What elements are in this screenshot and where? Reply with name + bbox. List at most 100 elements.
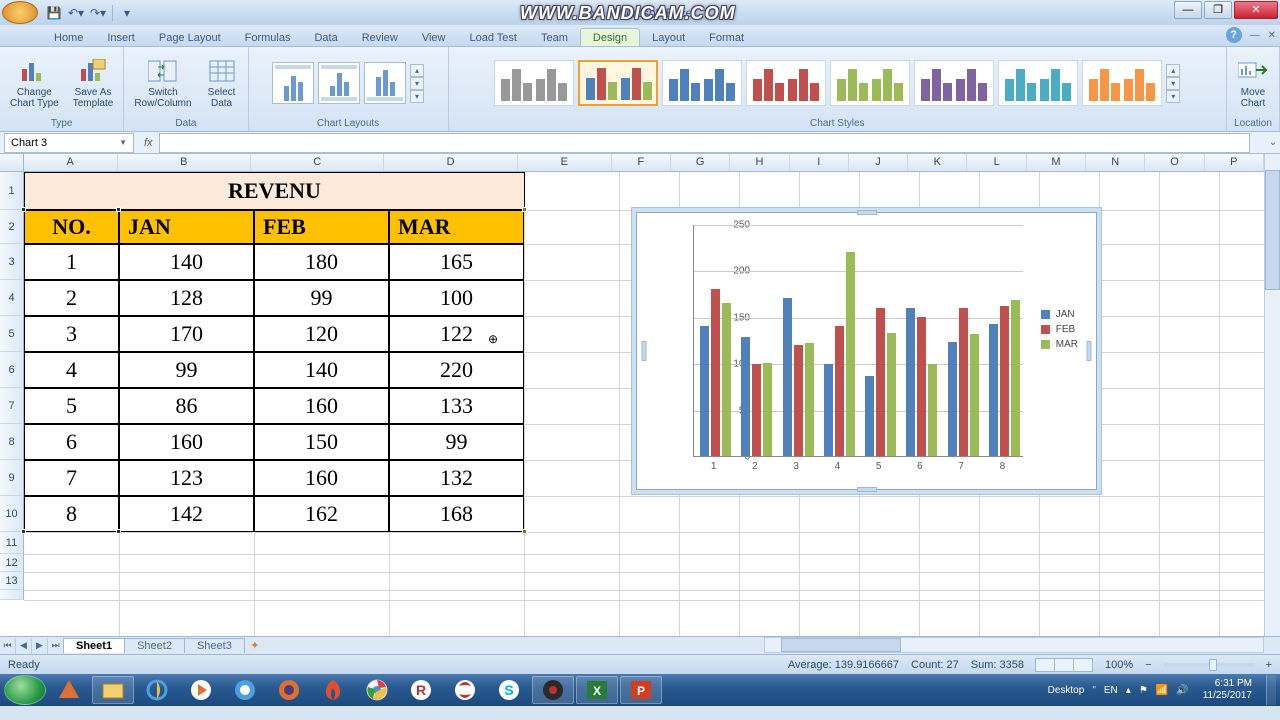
- save-icon[interactable]: 💾: [46, 5, 62, 21]
- tray-volume-icon[interactable]: 🔊: [1176, 685, 1188, 696]
- column-header[interactable]: H: [730, 154, 789, 171]
- sheet-tab[interactable]: Sheet1: [63, 638, 125, 653]
- new-sheet-button[interactable]: ✦: [245, 639, 265, 652]
- view-normal-icon[interactable]: [1035, 658, 1055, 672]
- chart-style-option[interactable]: [998, 60, 1078, 106]
- table-cell[interactable]: 100: [389, 280, 524, 316]
- show-desktop-button[interactable]: [1266, 675, 1276, 705]
- taskbar-app[interactable]: [268, 676, 310, 704]
- zoom-slider[interactable]: [1164, 663, 1254, 667]
- table-cell[interactable]: 220: [389, 352, 524, 388]
- ribbon-close-icon[interactable]: ✕: [1268, 30, 1276, 41]
- chart-resize-handle[interactable]: [857, 210, 877, 215]
- chart-bar[interactable]: [948, 342, 957, 456]
- chart-bar[interactable]: [906, 308, 915, 456]
- taskbar-app[interactable]: [224, 676, 266, 704]
- row-header[interactable]: 2: [0, 210, 23, 244]
- table-cell[interactable]: 86: [119, 388, 254, 424]
- table-cell[interactable]: 99: [389, 424, 524, 460]
- chart-bar[interactable]: [846, 252, 855, 456]
- tray-network-icon[interactable]: 📶: [1156, 685, 1168, 696]
- table-cell[interactable]: 140: [119, 244, 254, 280]
- chart-style-option[interactable]: [1082, 60, 1162, 106]
- chart-bar[interactable]: [1000, 306, 1009, 456]
- chart-style-option[interactable]: [830, 60, 910, 106]
- taskbar-app[interactable]: [444, 676, 486, 704]
- sheet-tab[interactable]: Sheet2: [124, 638, 185, 653]
- maximize-button[interactable]: ❐: [1204, 1, 1232, 19]
- column-header[interactable]: M: [1027, 154, 1086, 171]
- chart-layout-option[interactable]: [272, 62, 314, 104]
- chart-bar[interactable]: [805, 343, 814, 456]
- chart-bar[interactable]: [989, 324, 998, 456]
- table-cell[interactable]: 168: [389, 496, 524, 532]
- table-cell[interactable]: 8: [24, 496, 119, 532]
- name-box[interactable]: Chart 3 ▼: [4, 133, 134, 153]
- sheet-nav-prev-icon[interactable]: ◀: [16, 638, 32, 654]
- row-header[interactable]: 4: [0, 280, 23, 316]
- column-header[interactable]: C: [251, 154, 384, 171]
- legend-item[interactable]: JAN: [1041, 309, 1078, 320]
- fx-icon[interactable]: fx: [144, 137, 153, 149]
- column-header[interactable]: B: [118, 154, 251, 171]
- row-header[interactable]: 7: [0, 388, 23, 424]
- chart-bar[interactable]: [711, 289, 720, 456]
- save-as-template-button[interactable]: Save As Template: [69, 55, 118, 111]
- scrollbar-thumb[interactable]: [1265, 170, 1280, 290]
- chart-style-option[interactable]: [578, 60, 658, 106]
- taskbar-app[interactable]: [92, 676, 134, 704]
- table-cell[interactable]: 5: [24, 388, 119, 424]
- column-header[interactable]: F: [612, 154, 671, 171]
- sheet-nav-last-icon[interactable]: ⏭: [48, 638, 64, 654]
- chart-bar[interactable]: [783, 298, 792, 456]
- sheet-nav-first-icon[interactable]: ⏮: [0, 638, 16, 654]
- tab-home[interactable]: Home: [42, 29, 95, 46]
- sheet-tab[interactable]: Sheet3: [184, 638, 245, 653]
- taskbar-app[interactable]: [532, 676, 574, 704]
- language-indicator[interactable]: EN: [1104, 685, 1118, 696]
- clock[interactable]: 6:31 PM 11/25/2017: [1197, 678, 1258, 702]
- table-cell[interactable]: 1: [24, 244, 119, 280]
- column-header[interactable]: N: [1086, 154, 1145, 171]
- table-cell[interactable]: 2: [24, 280, 119, 316]
- table-cell[interactable]: 133: [389, 388, 524, 424]
- change-chart-type-button[interactable]: Change Chart Type: [6, 55, 63, 111]
- namebox-dropdown-icon[interactable]: ▼: [119, 138, 127, 147]
- chart-layout-option[interactable]: [318, 62, 360, 104]
- tab-design[interactable]: Design: [580, 28, 640, 46]
- chart-bar[interactable]: [970, 334, 979, 456]
- row-header[interactable]: 5: [0, 316, 23, 352]
- column-header[interactable]: K: [908, 154, 967, 171]
- column-header[interactable]: J: [849, 154, 908, 171]
- row-header[interactable]: 3: [0, 244, 23, 280]
- column-header[interactable]: A: [24, 154, 118, 171]
- table-cell[interactable]: 99: [254, 280, 389, 316]
- table-cell[interactable]: 132: [389, 460, 524, 496]
- table-cell[interactable]: 123: [119, 460, 254, 496]
- tab-view[interactable]: View: [410, 29, 458, 46]
- chart-layout-option[interactable]: [364, 62, 406, 104]
- zoom-level[interactable]: 100%: [1105, 659, 1133, 671]
- chart-style-option[interactable]: [914, 60, 994, 106]
- chart-bar[interactable]: [741, 337, 750, 456]
- chart-resize-handle[interactable]: [1087, 341, 1092, 361]
- chart-bar[interactable]: [959, 308, 968, 456]
- formula-bar[interactable]: [159, 133, 1250, 153]
- tab-load-test[interactable]: Load Test: [457, 29, 529, 46]
- ribbon-minimize-icon[interactable]: —: [1250, 30, 1260, 41]
- qat-customize-icon[interactable]: ▾: [119, 5, 135, 21]
- chart-style-option[interactable]: [662, 60, 742, 106]
- taskbar-app[interactable]: [180, 676, 222, 704]
- chart-style-option[interactable]: [746, 60, 826, 106]
- legend-item[interactable]: FEB: [1041, 324, 1078, 335]
- chart-bar[interactable]: [824, 364, 833, 456]
- sheet-nav-next-icon[interactable]: ▶: [32, 638, 48, 654]
- zoom-in-icon[interactable]: +: [1266, 659, 1272, 671]
- table-cell[interactable]: 180: [254, 244, 389, 280]
- chart-bar[interactable]: [794, 345, 803, 456]
- column-header[interactable]: O: [1145, 154, 1204, 171]
- table-cell[interactable]: 128: [119, 280, 254, 316]
- tab-review[interactable]: Review: [350, 29, 410, 46]
- chart-bar[interactable]: [722, 303, 731, 456]
- row-header[interactable]: 8: [0, 424, 23, 460]
